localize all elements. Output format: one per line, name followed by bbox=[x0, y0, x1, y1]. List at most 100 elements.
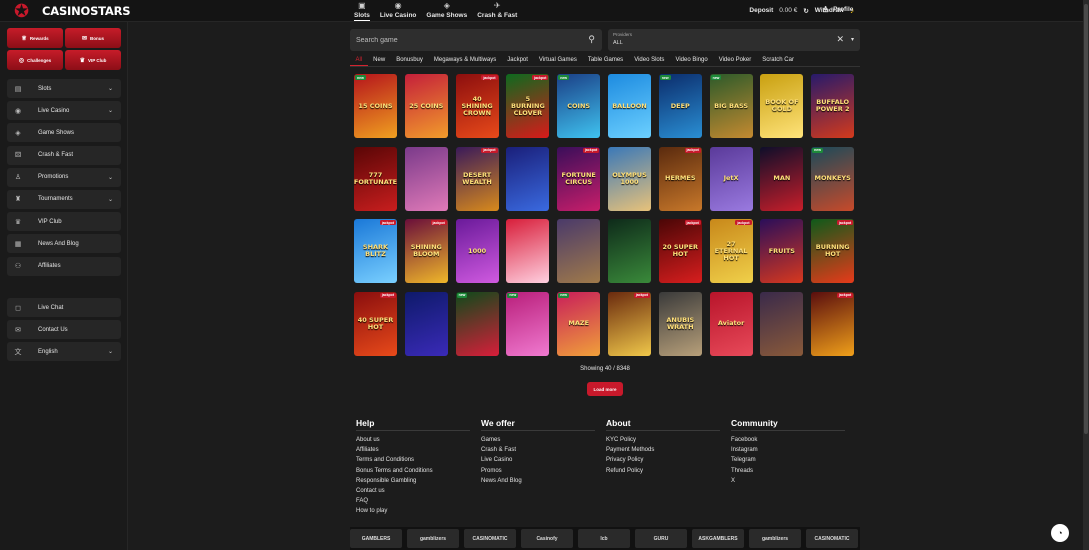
game-card[interactable]: jackpot 27 ETERNAL HOT bbox=[709, 219, 753, 283]
game-card[interactable]: jackpot SHARK BLITZ bbox=[354, 219, 397, 283]
game-card[interactable]: jackpot 5 BURNING CLOVER bbox=[506, 74, 550, 138]
chevron-down-icon[interactable]: ▾ bbox=[851, 36, 854, 43]
deposit-label[interactable]: Deposit bbox=[749, 7, 773, 14]
chat-icon[interactable]: ◔ bbox=[1051, 524, 1069, 542]
tab-megaways-multiways[interactable]: Megaways & Multiways bbox=[428, 55, 501, 66]
footer-link[interactable]: Contact us bbox=[356, 486, 481, 496]
sidebar-item-affiliates[interactable]: ⚇ Affiliates bbox=[7, 256, 121, 276]
sidebar-item-news-and-blog[interactable]: ▦ News And Blog bbox=[7, 234, 121, 254]
promo-bonus-button[interactable]: ✉ Bonus bbox=[65, 28, 121, 48]
game-card[interactable]: new BIG BASS bbox=[709, 74, 753, 138]
promo-rewards-button[interactable]: ♕ Rewards bbox=[7, 28, 63, 48]
footer-link[interactable]: Refund Policy bbox=[606, 466, 731, 476]
game-card[interactable] bbox=[404, 146, 448, 211]
sidebar-item-slots[interactable]: ▤ Slots ⌄ bbox=[7, 79, 121, 98]
game-card[interactable]: 777 FORTUNATE bbox=[354, 146, 397, 211]
game-card[interactable]: new MAZE bbox=[557, 291, 601, 356]
sidebar-item-crash-fast[interactable]: ⚄ Crash & Fast bbox=[7, 145, 121, 165]
game-card[interactable]: new MONKEYS bbox=[811, 146, 855, 211]
footer-link[interactable]: How to play bbox=[356, 506, 481, 516]
tab-new[interactable]: New bbox=[368, 55, 391, 66]
partner-logo[interactable]: lcb bbox=[578, 529, 630, 548]
footer-link[interactable]: Telegram bbox=[731, 455, 856, 465]
game-card[interactable]: new DEEP bbox=[658, 74, 702, 138]
tab-video-poker[interactable]: Video Poker bbox=[713, 55, 757, 66]
search-input[interactable] bbox=[356, 33, 584, 47]
sidebar-item-vip-club[interactable]: ♛ VIP Club bbox=[7, 212, 121, 232]
game-card[interactable]: MAN bbox=[760, 146, 804, 211]
sidebar-item-live-chat[interactable]: ◻ Live Chat bbox=[7, 298, 121, 317]
sidebar-item-game-shows[interactable]: ◈ Game Shows bbox=[7, 123, 121, 143]
tab-virtual-games[interactable]: Virtual Games bbox=[533, 55, 582, 66]
profile-button[interactable]: ♙ Profile bbox=[822, 5, 853, 14]
scroll-thumb[interactable] bbox=[1084, 4, 1088, 434]
footer-link[interactable]: Responsible Gambling bbox=[356, 476, 481, 486]
partner-logo[interactable]: gamblizers bbox=[749, 529, 801, 548]
topnav-slots[interactable]: ▣ Slots bbox=[352, 1, 372, 21]
footer-link[interactable]: Live Casino bbox=[481, 455, 606, 465]
footer-link[interactable]: Crash & Fast bbox=[481, 445, 606, 455]
footer-link[interactable]: X bbox=[731, 476, 856, 486]
game-card[interactable]: new 15 COINS bbox=[354, 74, 397, 138]
sidebar-item-contact-us[interactable]: ✉ Contact Us bbox=[7, 320, 121, 340]
promo-challenges-button[interactable]: ◎ Challenges bbox=[7, 50, 63, 70]
load-more-button[interactable]: Load more bbox=[587, 382, 623, 396]
footer-link[interactable]: Threads bbox=[731, 466, 856, 476]
topnav-crash[interactable]: ✈ Crash & Fast bbox=[475, 1, 519, 21]
game-card[interactable]: jackpot bbox=[811, 291, 855, 356]
sidebar-item-promotions[interactable]: ♙ Promotions ⌄ bbox=[7, 167, 121, 187]
tab-video-bingo[interactable]: Video Bingo bbox=[670, 55, 713, 66]
game-card[interactable]: jackpot FORTUNE CIRCUS bbox=[557, 146, 601, 211]
game-card[interactable]: FRUITS bbox=[760, 219, 804, 283]
sidebar-item-tournaments[interactable]: ♜ Tournaments ⌄ bbox=[7, 189, 121, 209]
refresh-icon[interactable]: ↻ bbox=[803, 7, 808, 15]
game-card[interactable]: Aviator bbox=[709, 291, 753, 356]
footer-link[interactable]: KYC Policy bbox=[606, 435, 731, 445]
game-card[interactable]: BALLOON bbox=[607, 74, 651, 138]
logo[interactable]: ✪ CASINOSTARS bbox=[14, 2, 131, 20]
chevron-down-icon[interactable]: ⌄ bbox=[108, 174, 113, 181]
footer-link[interactable]: About us bbox=[356, 435, 481, 445]
footer-link[interactable]: Promos bbox=[481, 466, 606, 476]
game-card[interactable]: JetX bbox=[709, 146, 753, 211]
partner-logo[interactable]: ASKGAMBLERS bbox=[692, 529, 744, 548]
sidebar-item-english[interactable]: 文 English ⌄ bbox=[7, 342, 121, 362]
game-card[interactable] bbox=[557, 219, 601, 283]
footer-link[interactable]: Facebook bbox=[731, 435, 856, 445]
game-card[interactable]: BOOK OF GOLD bbox=[760, 74, 804, 138]
game-card[interactable]: 1000 bbox=[455, 219, 499, 283]
footer-link[interactable]: News And Blog bbox=[481, 476, 606, 486]
footer-link[interactable]: Instagram bbox=[731, 445, 856, 455]
topnav-live-casino[interactable]: ◉ Live Casino bbox=[378, 1, 418, 21]
partner-logo[interactable]: GAMBLERS bbox=[350, 529, 402, 548]
tab-jackpot[interactable]: Jackpot bbox=[502, 55, 534, 66]
footer-link[interactable]: Games bbox=[481, 435, 606, 445]
tab-all[interactable]: All bbox=[350, 55, 368, 66]
game-card[interactable]: ANUBIS WRATH bbox=[658, 291, 702, 356]
tab-scratch-car[interactable]: Scratch Car bbox=[757, 55, 800, 66]
game-card[interactable]: OLYMPUS 1000 bbox=[607, 146, 651, 211]
promo-vip-club-button[interactable]: ♛ VIP Club bbox=[65, 50, 121, 70]
game-card[interactable] bbox=[506, 219, 550, 283]
game-card[interactable]: jackpot 20 SUPER HOT bbox=[658, 219, 702, 283]
footer-link[interactable]: Privacy Policy bbox=[606, 455, 731, 465]
tab-bonusbuy[interactable]: Bonusbuy bbox=[391, 55, 429, 66]
game-card[interactable] bbox=[506, 146, 550, 211]
providers-select[interactable]: Providers ALL ✕ ▾ bbox=[608, 29, 860, 51]
game-card[interactable]: jackpot SHINING BLOOM bbox=[404, 219, 448, 283]
chevron-down-icon[interactable]: ⌄ bbox=[108, 348, 113, 355]
game-card[interactable]: 25 COINS bbox=[404, 74, 448, 138]
game-card[interactable] bbox=[607, 219, 651, 283]
footer-link[interactable]: Bonus Terms and Conditions bbox=[356, 466, 481, 476]
search-icon[interactable]: ⚲ bbox=[588, 34, 595, 45]
scrollbar[interactable] bbox=[1083, 0, 1089, 550]
chevron-down-icon[interactable]: ⌄ bbox=[108, 196, 113, 203]
game-card[interactable]: jackpot 40 SHINING CROWN bbox=[455, 74, 499, 138]
game-card[interactable] bbox=[404, 291, 448, 356]
partner-logo[interactable]: gamblizers bbox=[407, 529, 459, 548]
chevron-down-icon[interactable]: ⌄ bbox=[108, 107, 113, 114]
sidebar-item-live-casino[interactable]: ◉ Live Casino ⌄ bbox=[7, 101, 121, 121]
game-card[interactable]: jackpot BURNING HOT bbox=[811, 219, 855, 283]
game-card[interactable]: jackpot bbox=[607, 291, 651, 356]
game-card[interactable]: BUFFALO POWER 2 bbox=[811, 74, 855, 138]
